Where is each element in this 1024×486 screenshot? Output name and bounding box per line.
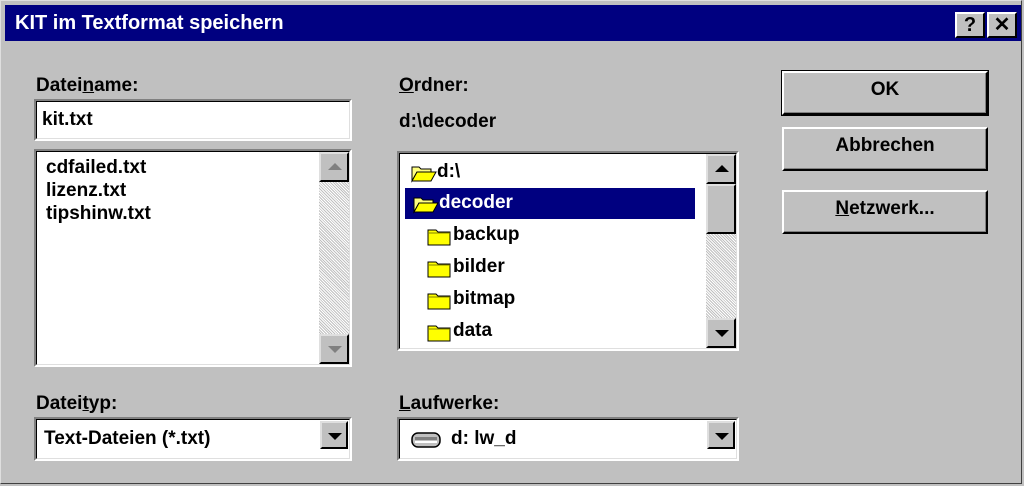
folder-item[interactable]: backup bbox=[419, 220, 679, 251]
folder-item-label: data bbox=[453, 320, 493, 341]
chevron-down-icon bbox=[328, 433, 342, 440]
ok-button[interactable]: OK bbox=[781, 70, 989, 116]
drive-select[interactable]: d: lw_d bbox=[397, 417, 739, 461]
folder-item-label: backup bbox=[453, 224, 520, 245]
folder-item-label: bilder bbox=[453, 256, 505, 277]
scroll-up-button[interactable] bbox=[706, 154, 736, 184]
folder-tree[interactable]: d:\ decoder backup bilder bitmap data bbox=[397, 151, 739, 351]
help-icon: ? bbox=[963, 14, 977, 36]
drives-label: Laufwerke: bbox=[399, 393, 500, 414]
filetype-select[interactable]: Text-Dateien (*.txt) bbox=[34, 417, 352, 461]
close-button[interactable]: ✕ bbox=[987, 12, 1017, 38]
folder-icon bbox=[427, 290, 451, 316]
folder-item[interactable]: d:\ bbox=[403, 157, 663, 188]
folder-icon bbox=[427, 258, 451, 284]
scroll-thumb[interactable] bbox=[706, 184, 736, 234]
help-button[interactable]: ? bbox=[955, 12, 985, 38]
open-folder-icon bbox=[411, 163, 437, 189]
open-folder-icon bbox=[413, 194, 439, 220]
window-title: KIT im Textformat speichern bbox=[15, 12, 284, 34]
folder-item[interactable]: bilder bbox=[419, 252, 679, 283]
current-folder-path: d:\decoder bbox=[399, 111, 497, 132]
file-item[interactable]: cdfailed.txt bbox=[46, 157, 146, 179]
folder-scrollbar[interactable] bbox=[706, 154, 736, 348]
filename-value: kit.txt bbox=[42, 109, 93, 130]
folder-item[interactable]: decoder bbox=[405, 188, 695, 219]
file-list-scrollbar[interactable] bbox=[319, 152, 349, 364]
cancel-button[interactable]: Abbrechen bbox=[782, 127, 988, 171]
filetype-label: Dateityp: bbox=[36, 393, 118, 414]
scroll-down-button[interactable] bbox=[706, 318, 736, 348]
folder-icon bbox=[427, 226, 451, 252]
chevron-down-icon bbox=[715, 433, 729, 440]
filename-input[interactable]: kit.txt bbox=[34, 99, 352, 141]
close-icon: ✕ bbox=[993, 14, 1011, 36]
title-bar[interactable]: KIT im Textformat speichern ? ✕ bbox=[5, 5, 1021, 41]
filetype-dropdown-button[interactable] bbox=[320, 421, 348, 449]
drive-value: d: lw_d bbox=[451, 428, 517, 449]
arrow-down-icon bbox=[328, 346, 342, 353]
arrow-down-icon bbox=[715, 330, 729, 337]
network-button[interactable]: Netzwerk... bbox=[782, 190, 988, 234]
file-list[interactable]: cdfailed.txt lizenz.txt tipshinw.txt bbox=[34, 149, 352, 367]
arrow-up-icon bbox=[328, 163, 342, 170]
folder-item-label: d:\ bbox=[437, 161, 461, 182]
folder-item[interactable]: data bbox=[419, 316, 679, 347]
scroll-up-button[interactable] bbox=[319, 152, 349, 182]
file-item[interactable]: tipshinw.txt bbox=[46, 203, 151, 225]
folder-item[interactable]: bitmap bbox=[419, 284, 679, 315]
save-dialog: KIT im Textformat speichern ? ✕ Dateinam… bbox=[0, 0, 1022, 484]
folder-item-label: bitmap bbox=[453, 288, 516, 309]
drive-icon bbox=[411, 432, 441, 448]
file-item[interactable]: lizenz.txt bbox=[46, 180, 126, 202]
drive-dropdown-button[interactable] bbox=[707, 421, 735, 449]
arrow-up-icon bbox=[715, 165, 729, 172]
scroll-down-button[interactable] bbox=[319, 334, 349, 364]
folder-item-label: decoder bbox=[439, 192, 513, 213]
folder-icon bbox=[427, 322, 451, 348]
filename-label: Dateiname: bbox=[36, 75, 139, 96]
filetype-value: Text-Dateien (*.txt) bbox=[44, 428, 211, 449]
folder-label: Ordner: bbox=[399, 75, 469, 96]
